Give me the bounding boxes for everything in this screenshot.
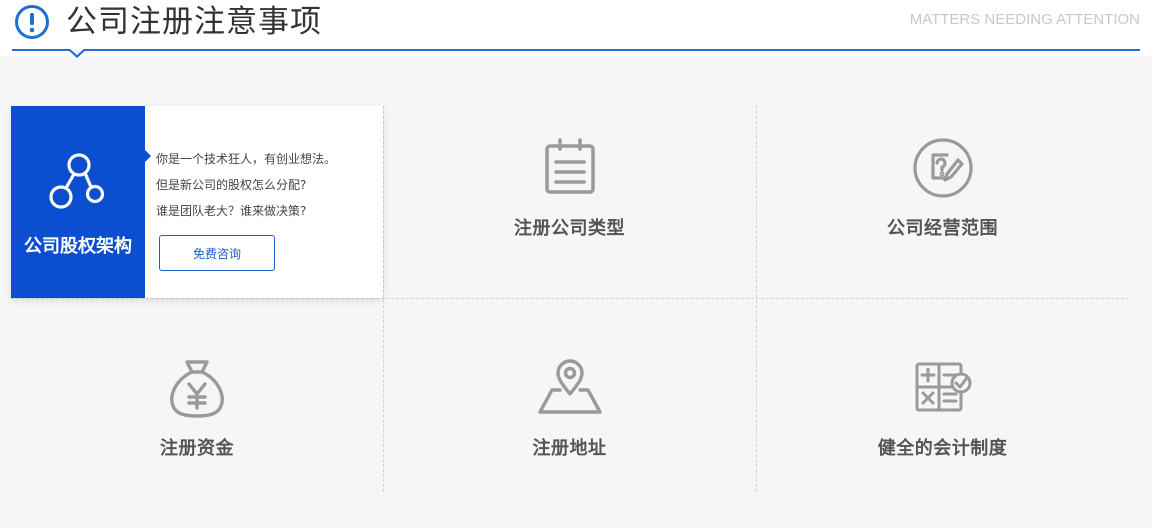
item-label: 注册资金 bbox=[160, 438, 234, 459]
item-business-scope[interactable]: 公司经营范围 bbox=[756, 136, 1129, 240]
item-label: 注册公司类型 bbox=[514, 218, 625, 239]
free-consult-button[interactable]: 免费咨询 bbox=[159, 235, 275, 271]
page-title: 公司注册注意事项 bbox=[66, 4, 322, 40]
grid-divider bbox=[11, 298, 1129, 299]
item-company-type[interactable]: 注册公司类型 bbox=[383, 136, 756, 240]
item-label: 公司经营范围 bbox=[887, 218, 998, 239]
page-subtitle: MATTERS NEEDING ATTENTION bbox=[909, 11, 1140, 28]
feature-card-description: 你是一个技术狂人，有创业想法。 但是新公司的股权怎么分配? 谁是团队老大？谁来做… bbox=[156, 146, 336, 224]
header-divider bbox=[12, 49, 1140, 51]
feature-card-equity[interactable]: 公司股权架构 你是一个技术狂人，有创业想法。 但是新公司的股权怎么分配? 谁是团… bbox=[11, 106, 383, 298]
item-accounting-system[interactable]: 健全的会计制度 bbox=[756, 356, 1129, 460]
feature-line: 但是新公司的股权怎么分配? bbox=[156, 178, 307, 192]
section-header: 公司注册注意事项 MATTERS NEEDING ATTENTION bbox=[0, 0, 1152, 58]
question-edit-icon bbox=[912, 138, 973, 198]
item-label: 健全的会计制度 bbox=[877, 438, 1008, 459]
calendar-list-icon bbox=[544, 138, 595, 194]
item-registered-capital[interactable]: 注册资金 bbox=[11, 356, 383, 460]
attention-grid: 公司股权架构 你是一个技术狂人，有创业想法。 但是新公司的股权怎么分配? 谁是团… bbox=[11, 106, 1129, 492]
feature-line: 谁是团队老大？谁来做决策? bbox=[156, 204, 307, 218]
feature-card-header: 公司股权架构 bbox=[11, 106, 145, 298]
calculator-check-icon bbox=[915, 362, 971, 412]
feature-card-arrow bbox=[145, 150, 151, 162]
item-label: 注册地址 bbox=[532, 438, 607, 459]
share-nodes-icon bbox=[49, 153, 105, 209]
feature-line: 你是一个技术狂人，有创业想法。 bbox=[156, 152, 337, 166]
header-notch bbox=[67, 49, 87, 58]
map-pin-icon bbox=[537, 359, 602, 414]
exclamation-circle-icon bbox=[15, 5, 49, 39]
feature-card-title: 公司股权架构 bbox=[24, 236, 132, 257]
item-registered-address[interactable]: 注册地址 bbox=[383, 356, 756, 460]
money-bag-icon bbox=[170, 360, 224, 418]
